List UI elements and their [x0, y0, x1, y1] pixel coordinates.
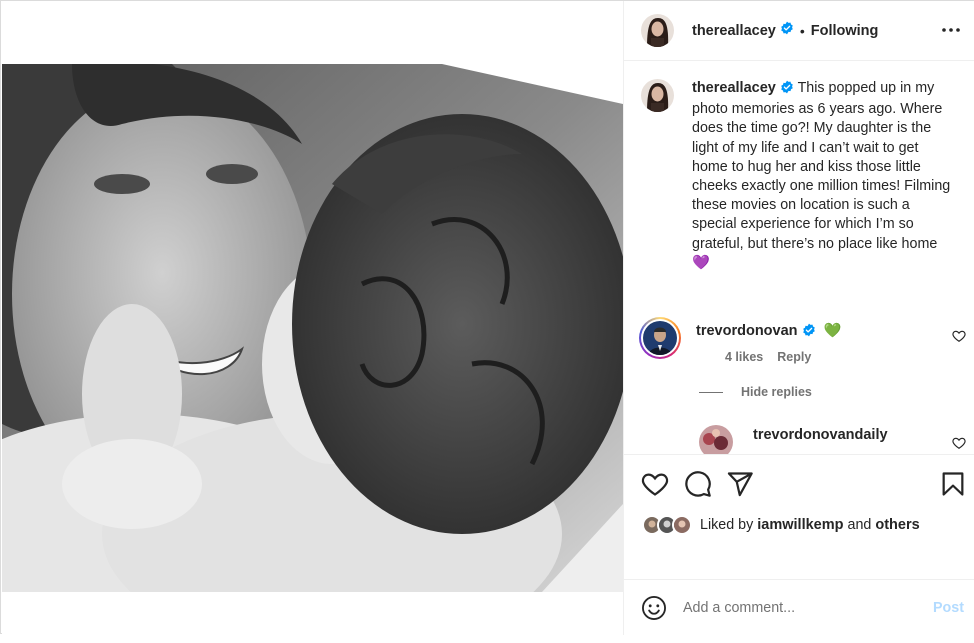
reply-avatar[interactable]	[699, 425, 733, 454]
commenter-username[interactable]: trevordonovan	[696, 323, 798, 339]
verified-badge-icon	[780, 21, 794, 40]
liked-by-joiner: and	[847, 517, 872, 533]
caption-avatar[interactable]	[641, 79, 674, 112]
post-dialog: thereallacey • Following thereallacey Th…	[0, 0, 974, 635]
liked-by-user-link[interactable]: iamwillkemp	[757, 517, 843, 533]
post-sidebar: thereallacey • Following thereallacey Th…	[623, 1, 974, 635]
caption-text-block: thereallacey This popped up in my photo …	[692, 79, 954, 273]
liked-by-prefix: Liked by	[700, 517, 754, 533]
liked-by-avatars[interactable]	[642, 515, 692, 535]
comment-likes-count[interactable]: 4 likes	[725, 350, 763, 364]
liker-avatar	[672, 515, 692, 535]
comment-text: 💚	[823, 323, 842, 339]
heart-icon[interactable]	[641, 470, 669, 498]
verified-badge-icon	[780, 80, 794, 100]
commenter-avatar-story-ring[interactable]	[639, 317, 681, 359]
liked-by-summary: Liked by iamwillkemp and others	[642, 515, 920, 535]
add-comment-bar: Post	[624, 579, 974, 635]
caption-username[interactable]: thereallacey	[692, 80, 776, 96]
post-photo[interactable]	[2, 64, 623, 592]
add-comment-input[interactable]	[683, 599, 913, 616]
emoji-smiley-icon[interactable]	[641, 595, 667, 621]
following-button[interactable]: Following	[811, 23, 879, 39]
post-caption: thereallacey This popped up in my photo …	[641, 79, 954, 273]
comment-like-heart-icon[interactable]	[952, 329, 966, 343]
send-icon[interactable]	[726, 470, 754, 498]
hide-replies-button[interactable]: Hide replies	[699, 385, 812, 399]
comments-scroll-area[interactable]: thereallacey This popped up in my photo …	[624, 62, 974, 454]
replies-divider-line	[699, 391, 723, 393]
more-horizontal-icon[interactable]	[940, 19, 962, 41]
post-actions: Liked by iamwillkemp and others	[624, 454, 974, 579]
reply-button[interactable]: Reply	[777, 350, 811, 364]
post-media	[2, 2, 623, 634]
verified-badge-icon	[802, 323, 816, 341]
hide-replies-label: Hide replies	[741, 385, 812, 399]
reply-username[interactable]: trevordonovandaily	[753, 427, 888, 443]
reply-item: trevordonovandaily	[699, 425, 888, 454]
bookmark-icon[interactable]	[939, 470, 967, 498]
caption-body: This popped up in my photo memories as 6…	[692, 80, 951, 271]
comment-icon[interactable]	[684, 470, 712, 498]
header-separator: •	[799, 22, 805, 39]
post-comment-button[interactable]: Post	[933, 600, 964, 616]
post-header: thereallacey • Following	[624, 1, 974, 61]
reply-like-heart-icon[interactable]	[952, 436, 966, 450]
comment-item: trevordonovan 💚 4 likes Reply	[639, 317, 841, 364]
author-username[interactable]: thereallacey	[692, 23, 776, 39]
author-avatar[interactable]	[641, 14, 674, 47]
commenter-avatar	[643, 321, 677, 355]
liked-by-others-link[interactable]: others	[875, 517, 919, 533]
